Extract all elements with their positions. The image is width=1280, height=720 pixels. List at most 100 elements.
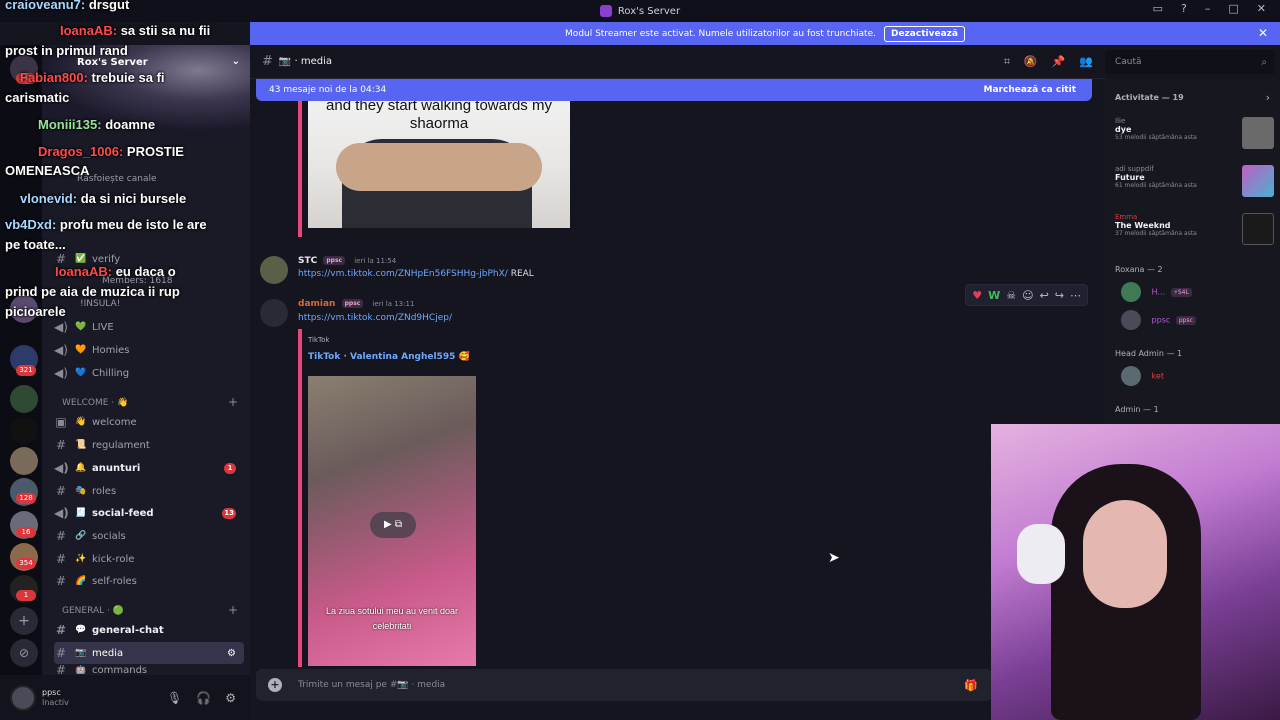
server-icon[interactable]: [10, 385, 38, 413]
streamer-mode-banner: Modul Streamer este activat. Numele util…: [250, 22, 1280, 45]
channel-anunturi[interactable]: ◀) 🔔 anunturi 1: [54, 457, 244, 479]
add-server-icon[interactable]: +: [10, 607, 38, 635]
channel-commands[interactable]: # 🤖 commands: [54, 665, 244, 675]
notification-bell-icon[interactable]: 🔕: [1024, 55, 1038, 69]
channel-verify[interactable]: # ✅ verify: [54, 248, 244, 270]
add-reaction-icon[interactable]: ☺: [1022, 289, 1033, 302]
embed-title[interactable]: TikTok · Valentina Anghel595 🥰: [308, 352, 470, 362]
gift-icon[interactable]: 🎁: [964, 679, 978, 692]
message-composer[interactable]: + Trimite un mesaj pe #📷 · media 🎁: [256, 669, 992, 701]
minimize-button[interactable]: –: [1205, 2, 1211, 15]
message-list[interactable]: and they start walking towards my shaorm…: [250, 101, 1100, 667]
headphones-icon[interactable]: 🎧: [196, 691, 211, 705]
speaker-icon: ◀): [54, 343, 68, 357]
add-channel-icon[interactable]: +: [228, 395, 238, 409]
new-messages-text: 43 mesaje noi de la 04:34: [269, 85, 387, 95]
channel-social-feed[interactable]: ◀) 🧾 social-feed 13: [54, 502, 244, 524]
maximize-button[interactable]: □: [1228, 2, 1238, 15]
crossed-arms: [336, 143, 542, 191]
server-badge: 16: [16, 527, 36, 538]
channel-emoji: 📜: [75, 440, 87, 450]
skull-reaction-icon[interactable]: ☠: [1006, 289, 1016, 302]
add-channel-icon[interactable]: +: [228, 603, 238, 617]
channel-name: Chilling: [92, 367, 130, 379]
image-attachment[interactable]: and they start walking towards my shaorm…: [308, 101, 570, 228]
channel-emoji: 💚: [75, 322, 87, 332]
mark-as-read-button[interactable]: Marchează ca citit: [984, 85, 1076, 95]
album-thumbnail: [1242, 117, 1274, 149]
help-icon[interactable]: ?: [1181, 2, 1187, 15]
voice-channel-homies[interactable]: ◀) 🧡 Homies: [54, 339, 244, 361]
close-banner-icon[interactable]: ✕: [1258, 26, 1268, 40]
message-link[interactable]: https://vm.tiktok.com/ZNHpEn56FSHHg-jbPh…: [298, 269, 508, 279]
channel-media[interactable]: # 📷 media ⚙: [54, 642, 244, 664]
channel-sidebar: Rox's Server ⌄ Răsfoiește canale # ✅ ver…: [42, 45, 250, 675]
server-icon[interactable]: [10, 447, 38, 475]
member-item[interactable]: H... ⚡S4L: [1121, 282, 1192, 302]
browse-channels[interactable]: Răsfoiește canale: [77, 174, 157, 184]
member-item[interactable]: ket: [1121, 366, 1164, 386]
streamer-webcam: [991, 424, 1280, 720]
microphone-icon[interactable]: 🎙: [167, 691, 182, 705]
channel-emoji: 📷: [75, 648, 87, 658]
channel-regulament[interactable]: # 📜 regulament: [54, 434, 244, 456]
channel-emoji: ✨: [75, 554, 87, 564]
attach-plus-icon[interactable]: +: [268, 678, 282, 692]
webcam-face: [1083, 500, 1167, 608]
server-header[interactable]: Rox's Server ⌄: [42, 45, 250, 130]
channel-welcome[interactable]: ▣ 👋 welcome: [54, 411, 244, 433]
insula-channel[interactable]: !INSULA!: [80, 299, 120, 309]
more-icon[interactable]: ⋯: [1070, 289, 1081, 302]
user-panel: ppsc Inactiv 🎙 🎧 ⚙: [0, 675, 250, 720]
message-link[interactable]: https://vm.tiktok.com/ZNd9HCjep/: [298, 313, 452, 323]
disable-streamer-button[interactable]: Dezactivează: [883, 25, 965, 42]
member-item[interactable]: ppsc ppsc: [1121, 310, 1196, 330]
message-author[interactable]: STC ppsc ieri la 11:54: [298, 256, 396, 266]
play-icon[interactable]: ▶ ⧉: [370, 512, 416, 538]
channel-roles[interactable]: # 🎭 roles: [54, 480, 244, 502]
channel-general-chat[interactable]: # 💬 general-chat: [54, 619, 244, 641]
video-embed[interactable]: ▶ ⧉ La ziua sotului meu au venit doar ce…: [308, 376, 476, 666]
message-timestamp: ieri la 13:11: [372, 300, 415, 308]
speaker-icon: ◀): [54, 320, 68, 334]
avatar[interactable]: [10, 684, 36, 711]
pin-icon[interactable]: 📌: [1052, 55, 1066, 69]
voice-channel-chilling[interactable]: ◀) 💙 Chilling: [54, 362, 244, 384]
settings-gear-icon[interactable]: ⚙: [225, 691, 236, 705]
channel-self-roles[interactable]: # 🌈 self-roles: [54, 570, 244, 592]
channel-name: media: [92, 647, 124, 659]
discover-icon[interactable]: ⊘: [10, 639, 38, 667]
heart-reaction-icon[interactable]: ♥: [972, 289, 982, 302]
w-reaction-icon[interactable]: W: [988, 289, 1000, 302]
chevron-right-icon[interactable]: ›: [1266, 91, 1270, 104]
voice-channel-live[interactable]: ◀) 💚 LIVE: [54, 316, 244, 338]
channel-socials[interactable]: # 🔗 socials: [54, 525, 244, 547]
server-list: 342 321 128 16 354 1 + ⊘: [0, 45, 42, 720]
channel-emoji: ✅: [75, 254, 87, 264]
new-messages-bar[interactable]: 43 mesaje noi de la 04:34 Marchează ca c…: [256, 79, 1092, 101]
avatar[interactable]: [260, 256, 288, 284]
avatar: [1121, 310, 1141, 330]
announcement-icon: ◀): [54, 506, 69, 520]
member-name: ppsc: [1151, 315, 1171, 325]
message-author[interactable]: damian ppsc ieri la 13:11: [298, 299, 414, 309]
username: ppsc: [42, 687, 61, 697]
settings-gear-icon[interactable]: ⚙: [227, 648, 236, 659]
inbox-icon[interactable]: ▭: [1153, 2, 1163, 15]
server-icon[interactable]: [10, 417, 38, 445]
category-welcome[interactable]: WELCOME · 👋: [62, 398, 128, 408]
search-input[interactable]: Caută ⌕: [1105, 50, 1275, 74]
channel-kick-role[interactable]: # ✨ kick-role: [54, 548, 244, 570]
threads-icon[interactable]: ⌗: [1004, 55, 1010, 69]
category-general[interactable]: GENERAL · 🟢: [62, 606, 124, 616]
members-count: Members: 1618: [102, 276, 173, 286]
channel-name: regulament: [92, 439, 150, 451]
reply-icon[interactable]: ↩: [1040, 289, 1049, 302]
avatar[interactable]: [260, 299, 288, 327]
role-group-header: Roxana — 2: [1115, 265, 1163, 274]
member-list-icon[interactable]: 👥: [1079, 55, 1093, 69]
server-icon[interactable]: [10, 295, 38, 323]
close-window-button[interactable]: ✕: [1257, 2, 1266, 15]
channel-name: self-roles: [92, 575, 137, 587]
forward-icon[interactable]: ↪: [1055, 289, 1064, 302]
